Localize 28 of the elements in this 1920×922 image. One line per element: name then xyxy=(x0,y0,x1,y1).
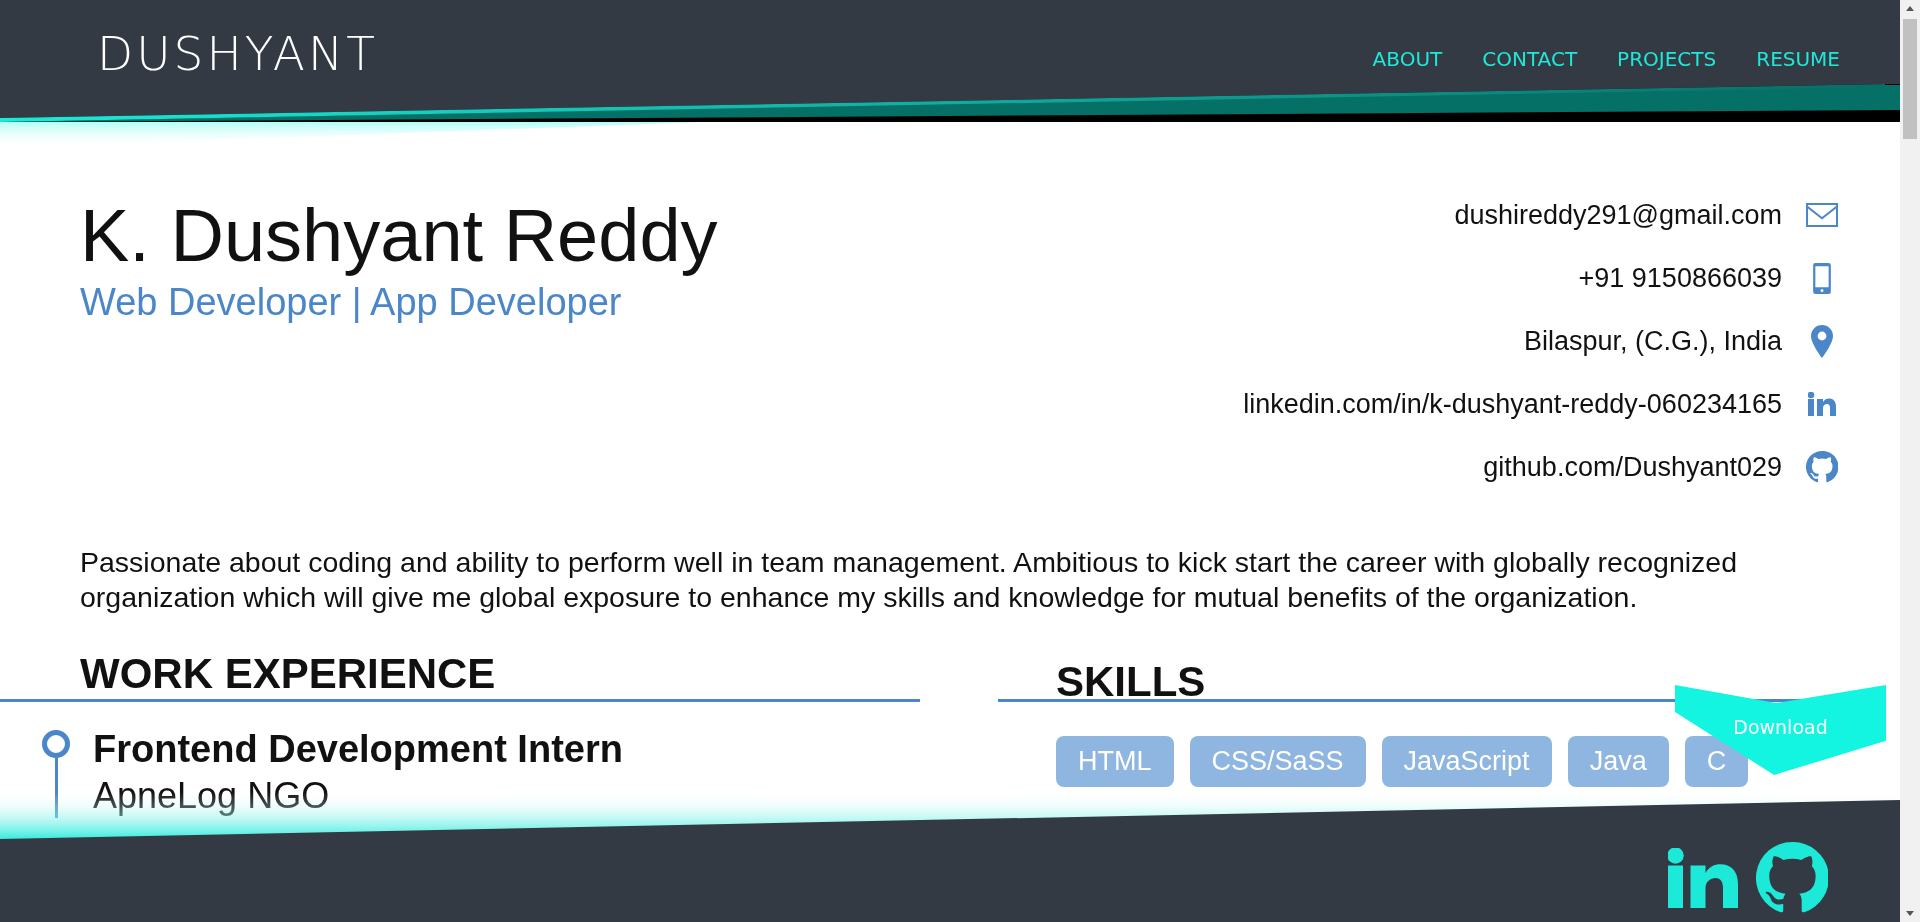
skill-tag: CSS/SaSS xyxy=(1189,736,1366,787)
nav-link[interactable]: PROJECTS xyxy=(1617,47,1717,71)
map-pin-icon xyxy=(1811,324,1833,358)
linkedin-icon[interactable] xyxy=(1668,848,1738,908)
github-icon xyxy=(1806,451,1838,483)
github-icon[interactable] xyxy=(1756,842,1828,914)
nav-link[interactable]: ABOUT xyxy=(1372,47,1443,71)
section-heading: SKILLS xyxy=(1055,657,1207,699)
contact-text: dushireddy291@gmail.com xyxy=(1454,199,1782,231)
skill-tag: HTML xyxy=(1056,736,1174,787)
nav-link[interactable]: CONTACT xyxy=(1482,47,1578,71)
skill-tag: JavaScript xyxy=(1381,736,1552,787)
company-name: ApneLog NGO xyxy=(93,775,331,817)
contact-text: +91 9150866039 xyxy=(1578,262,1782,294)
summary-text: Passionate about coding and ability to perform well in team management. Ambitious to kick start the career with globally recognized organization which will give me global exposure to enhance my skills and knowledge for mutual benefits of the organization. xyxy=(80,545,1739,615)
contact-text: github.com/Dushyant029 xyxy=(1483,451,1782,483)
contact-text: Bilaspur, (C.G.), India xyxy=(1523,325,1782,357)
phone-icon xyxy=(1813,262,1831,294)
linkedin-icon xyxy=(1808,392,1836,416)
logo[interactable]: DUSHYANT xyxy=(97,25,378,81)
skill-tag: Java xyxy=(1567,736,1669,787)
envelope-icon xyxy=(1806,203,1838,227)
scrollbar[interactable] xyxy=(1900,0,1920,922)
job-title: Web Developer | App Developer xyxy=(80,281,623,324)
nav-link[interactable]: RESUME xyxy=(1756,47,1840,71)
section-heading: WORK EXPERIENCE xyxy=(79,649,497,699)
job-role: Frontend Development Intern xyxy=(93,728,623,771)
contact-text: linkedin.com/in/k-dushyant-reddy-060234165 xyxy=(1243,388,1782,420)
